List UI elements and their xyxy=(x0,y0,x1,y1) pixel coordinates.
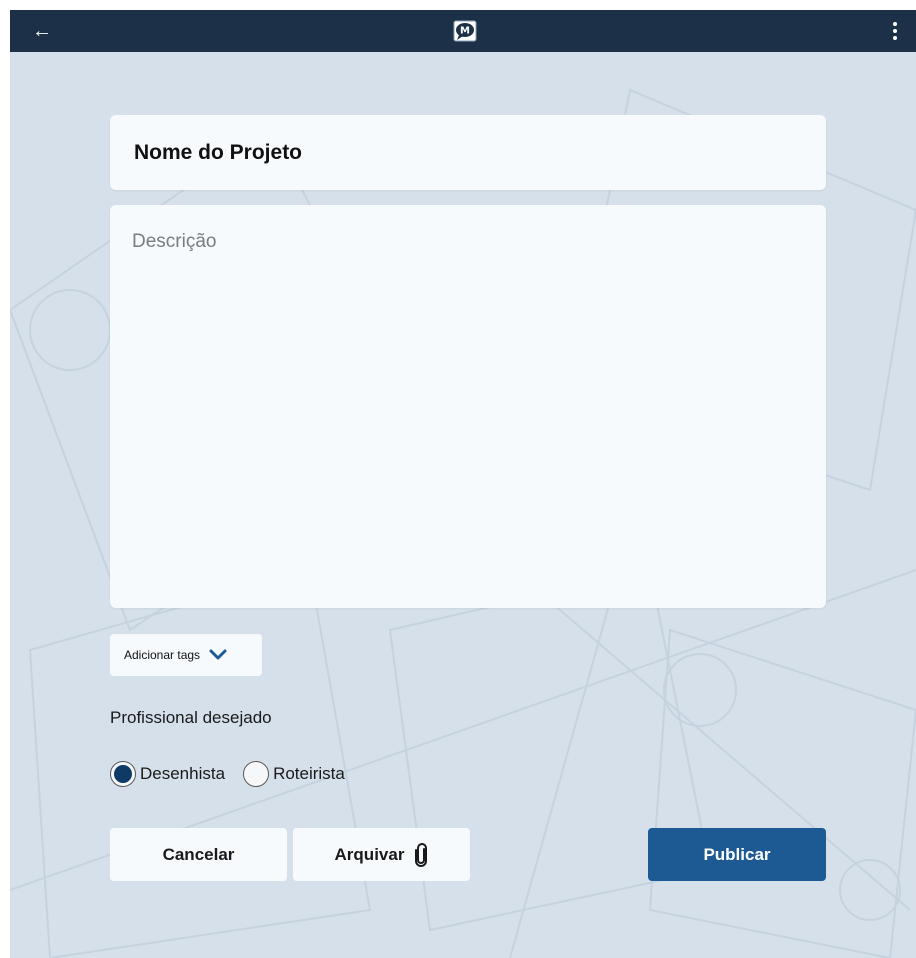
speech-bubble-logo-icon[interactable]: M xyxy=(453,20,477,42)
radio-circle-selected[interactable] xyxy=(110,761,136,787)
description-input[interactable] xyxy=(132,231,804,582)
cancel-button-label: Cancelar xyxy=(162,844,235,864)
cancel-button[interactable]: Cancelar xyxy=(110,828,287,881)
description-field[interactable] xyxy=(110,205,826,608)
radio-circle[interactable] xyxy=(243,761,270,787)
publish-button-label: Publicar xyxy=(703,844,771,864)
radio-label-desenhista: Desenhista xyxy=(140,764,226,783)
app-bar: ← M xyxy=(10,10,916,52)
project-name-input[interactable] xyxy=(134,140,802,165)
archive-button[interactable]: Arquivar xyxy=(293,828,470,881)
professional-radio-group: Desenhista Roteirista xyxy=(110,760,345,788)
project-name-field[interactable] xyxy=(110,115,826,190)
publish-button[interactable]: Publicar xyxy=(648,828,826,881)
add-tags-label: Adicionar tags xyxy=(124,648,201,662)
add-tags-dropdown[interactable]: Adicionar tags xyxy=(110,634,262,676)
paperclip-icon xyxy=(415,842,428,867)
radio-dot xyxy=(114,765,132,783)
svg-text:M: M xyxy=(460,26,470,37)
archive-button-label: Arquivar xyxy=(334,844,405,864)
chevron-down-icon xyxy=(209,649,227,660)
professional-label: Profissional desejado xyxy=(110,708,272,727)
radio-roteirista[interactable]: Roteirista xyxy=(243,761,345,787)
app-screen: ← M Adicionar tags Profissional desejado… xyxy=(10,10,916,958)
more-vert-icon[interactable] xyxy=(892,22,898,40)
radio-label-roteirista: Roteirista xyxy=(273,764,345,783)
radio-desenhista[interactable]: Desenhista xyxy=(110,761,225,787)
arrow-left-icon[interactable]: ← xyxy=(32,21,52,41)
